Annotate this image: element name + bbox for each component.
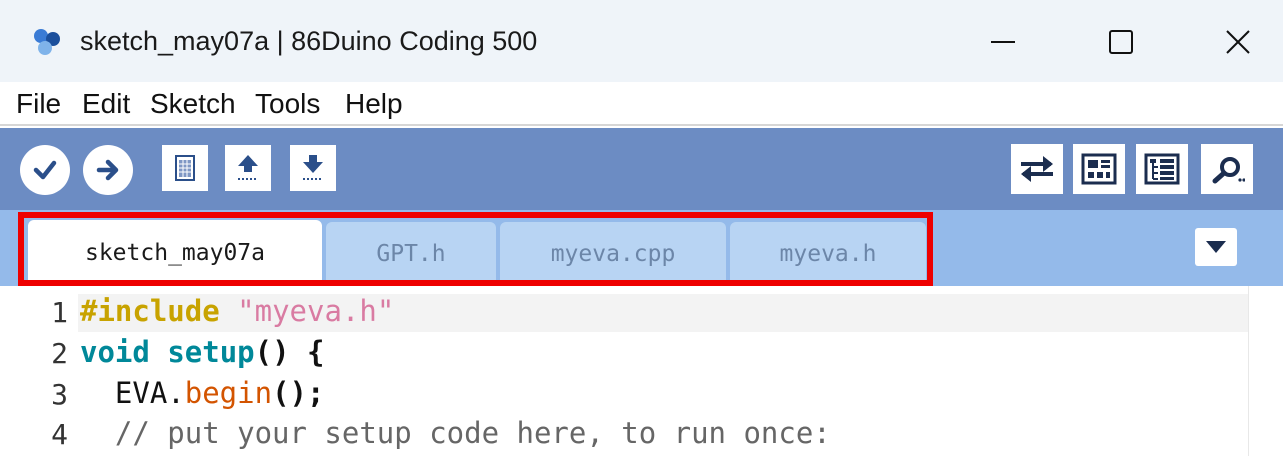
app-logo-icon bbox=[34, 29, 60, 55]
code-token: (); bbox=[272, 376, 325, 410]
menu-bar: File Edit Sketch Tools Help bbox=[0, 82, 1283, 126]
code-line: 3 EVA.begin(); bbox=[0, 376, 1248, 414]
line-number: 2 bbox=[51, 337, 68, 370]
code-token: "myeva.h" bbox=[237, 294, 395, 328]
editor-scrollbar[interactable] bbox=[1248, 286, 1283, 456]
title-bar: sketch_may07a | 86Duino Coding 500 bbox=[0, 0, 1283, 82]
menu-tools[interactable]: Tools bbox=[255, 88, 320, 120]
code-text: #include "myeva.h" bbox=[80, 294, 394, 328]
chevron-down-icon bbox=[1206, 241, 1226, 253]
upload-button[interactable] bbox=[83, 145, 133, 195]
serial-monitor-icon bbox=[1212, 157, 1245, 184]
menu-edit[interactable]: Edit bbox=[82, 88, 130, 120]
code-line: 2 void setup() { bbox=[0, 335, 1248, 373]
tree-button[interactable] bbox=[1136, 144, 1188, 194]
toolbar bbox=[0, 128, 1283, 210]
serial-plotter-button[interactable] bbox=[1011, 144, 1063, 194]
tab-label: GPT.h bbox=[376, 241, 446, 267]
upload-icon bbox=[96, 159, 119, 181]
code-editor[interactable]: 1 #include "myeva.h" 2 void setup() { 3 … bbox=[0, 286, 1283, 456]
tab-myeva-h[interactable]: myeva.h bbox=[730, 222, 926, 286]
tab-label: sketch_may07a bbox=[84, 240, 265, 266]
monitor-icon bbox=[1081, 153, 1117, 185]
code-token: begin bbox=[184, 376, 273, 410]
verify-button[interactable] bbox=[20, 145, 70, 195]
code-text: EVA.begin(); bbox=[80, 376, 325, 410]
save-icon bbox=[303, 155, 323, 180]
monitor-button[interactable] bbox=[1073, 144, 1125, 194]
minimize-button[interactable] bbox=[963, 14, 1043, 70]
code-token: #include bbox=[80, 294, 220, 328]
open-icon bbox=[238, 155, 258, 180]
code-token: setup bbox=[167, 335, 255, 369]
tab-gpt-h[interactable]: GPT.h bbox=[326, 222, 496, 286]
tab-label: myeva.cpp bbox=[550, 241, 676, 267]
close-icon bbox=[1226, 30, 1250, 54]
new-button[interactable] bbox=[162, 145, 208, 191]
tab-label: myeva.h bbox=[779, 241, 877, 267]
tab-bar: sketch_may07a GPT.h myeva.cpp myeva.h bbox=[0, 210, 1283, 286]
code-token: () { bbox=[254, 335, 325, 369]
menu-sketch[interactable]: Sketch bbox=[150, 88, 236, 120]
tab-menu-button[interactable] bbox=[1195, 228, 1237, 266]
save-button[interactable] bbox=[290, 145, 336, 191]
tab-myeva-cpp[interactable]: myeva.cpp bbox=[500, 222, 726, 286]
line-number: 3 bbox=[51, 378, 68, 411]
code-token: EVA. bbox=[80, 376, 185, 410]
maximize-button[interactable] bbox=[1081, 14, 1161, 70]
code-line: 4 // put your setup code here, to run on… bbox=[0, 416, 1248, 454]
serial-plotter-icon bbox=[1021, 156, 1053, 182]
serial-monitor-button[interactable] bbox=[1201, 144, 1253, 194]
code-line: 1 #include "myeva.h" bbox=[0, 294, 1248, 332]
window-title: sketch_may07a | 86Duino Coding 500 bbox=[80, 26, 538, 56]
maximize-icon bbox=[1109, 30, 1133, 54]
close-button[interactable] bbox=[1198, 14, 1278, 70]
line-number: 4 bbox=[51, 418, 68, 451]
code-token: void bbox=[80, 335, 150, 369]
verify-icon bbox=[33, 160, 57, 180]
open-button[interactable] bbox=[225, 145, 271, 191]
tab-sketch-may07a[interactable]: sketch_may07a bbox=[28, 220, 322, 286]
line-number: 1 bbox=[51, 296, 68, 329]
new-icon bbox=[175, 155, 195, 181]
code-token: // put your setup code here, to run once… bbox=[80, 416, 831, 450]
code-text: void setup() { bbox=[80, 335, 324, 369]
menu-help[interactable]: Help bbox=[345, 88, 403, 120]
minimize-icon bbox=[991, 41, 1015, 43]
code-text: // put your setup code here, to run once… bbox=[80, 416, 831, 450]
tree-icon bbox=[1144, 153, 1180, 185]
menu-file[interactable]: File bbox=[16, 88, 61, 120]
